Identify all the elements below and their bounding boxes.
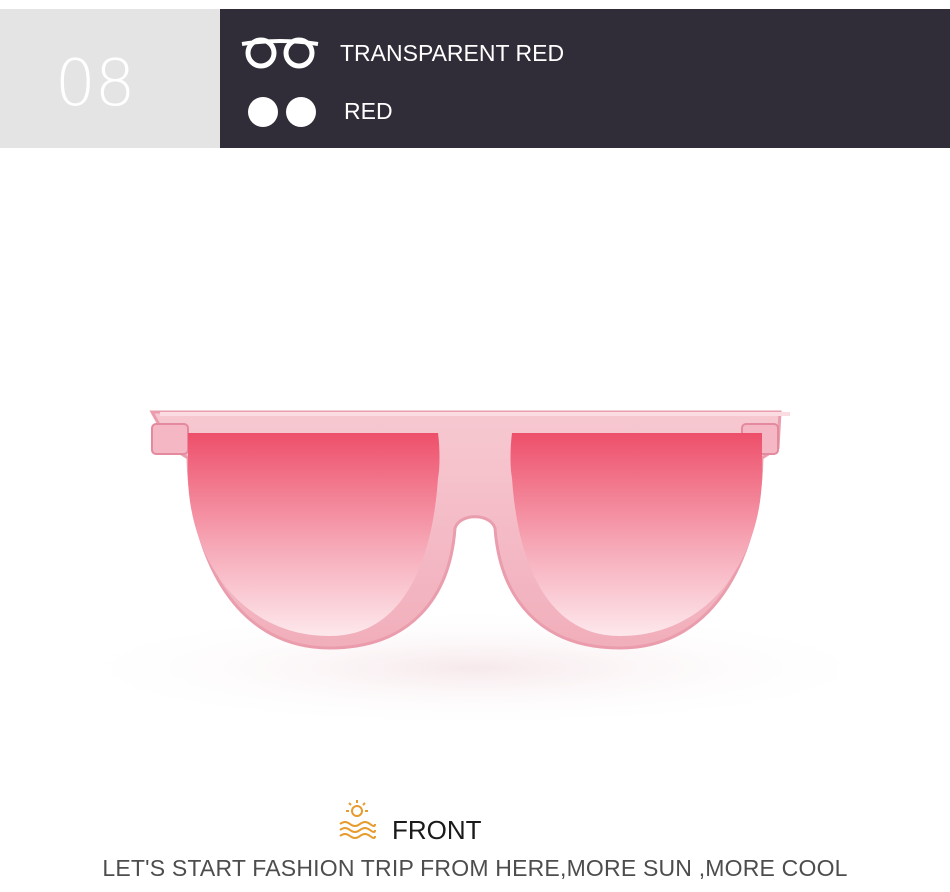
lens-circles-icon [248, 97, 316, 127]
glasses-frame-icon [241, 37, 319, 69]
variant-header: 08 TRANSPARENT RED RED [0, 9, 950, 148]
caption: FRONT LET'S START FASHION TRIP FROM HERE… [0, 795, 950, 892]
variant-number: 08 [55, 47, 135, 121]
sunglasses-photo [55, 410, 895, 728]
tagline: LET'S START FASHION TRIP FROM HERE,MORE … [102, 855, 848, 881]
variant-info-panel: TRANSPARENT RED RED [220, 9, 950, 148]
view-label: FRONT [392, 815, 482, 845]
variant-number-badge: 08 [0, 9, 220, 148]
sun-over-waves-icon [339, 800, 376, 839]
frame-color-label: TRANSPARENT RED [340, 40, 565, 66]
lens-color-label: RED [344, 98, 393, 124]
